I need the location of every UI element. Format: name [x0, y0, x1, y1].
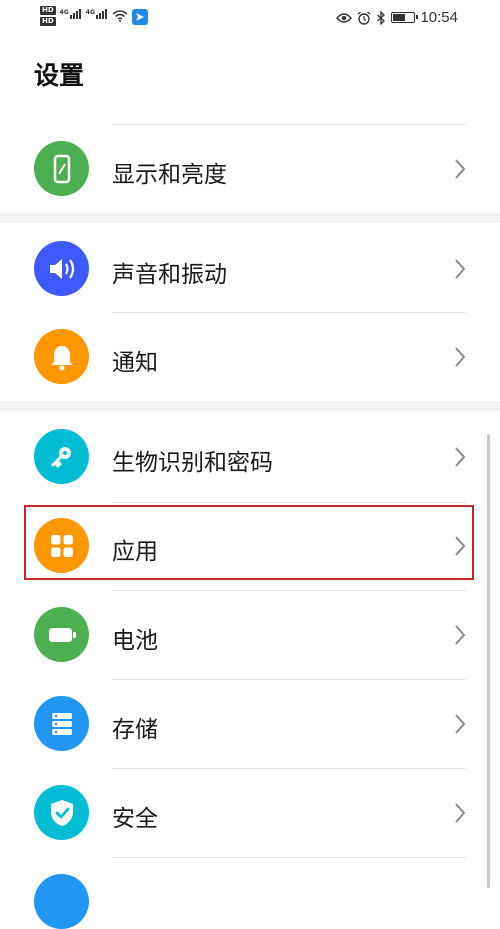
chevron-right-icon	[455, 447, 466, 467]
settings-item-label: 应用	[112, 539, 158, 565]
settings-item-apps[interactable]: 应用	[0, 502, 500, 590]
bluetooth-icon	[377, 10, 386, 25]
status-time: 10:54	[420, 9, 458, 26]
battery-icon	[391, 12, 419, 23]
display-icon	[34, 141, 89, 196]
bell-icon	[34, 329, 89, 384]
settings-item-label: 安全	[112, 806, 158, 832]
partial-settings-item-icon	[34, 874, 89, 929]
settings-item-label: 生物识别和密码	[112, 450, 273, 476]
chevron-right-icon	[455, 347, 466, 367]
chevron-right-icon	[455, 625, 466, 645]
key-icon	[34, 429, 89, 484]
settings-item-battery[interactable]: 电池	[0, 591, 500, 679]
chevron-right-icon	[455, 536, 466, 556]
settings-item-display[interactable]: 显示和亮度	[0, 125, 500, 213]
settings-item-notifications[interactable]: 通知	[0, 313, 500, 401]
chevron-right-icon	[455, 803, 466, 823]
section-separator	[0, 213, 500, 223]
settings-item-sound[interactable]: 声音和振动	[0, 225, 500, 313]
status-left: HD HD 4G 4G	[40, 6, 148, 26]
network-type-label: 4G	[59, 9, 69, 16]
hd-badge: HD	[40, 17, 56, 26]
scrollbar[interactable]	[487, 434, 490, 888]
shield-icon	[34, 785, 89, 840]
chevron-right-icon	[455, 714, 466, 734]
storage-icon	[34, 696, 89, 751]
settings-item-biometrics[interactable]: 生物识别和密码	[0, 413, 500, 501]
network-type-label: 4G	[85, 9, 95, 16]
status-right: 10:54	[336, 9, 458, 26]
volume-icon	[34, 241, 89, 296]
settings-item-storage[interactable]: 存储	[0, 680, 500, 768]
settings-item-label: 电池	[112, 628, 158, 654]
divider	[112, 857, 466, 858]
wifi-icon	[112, 10, 128, 22]
settings-item-security[interactable]: 安全	[0, 769, 500, 857]
status-bar: HD HD 4G 4G 10:54	[0, 0, 500, 40]
alarm-icon	[358, 10, 371, 25]
signal-icon: 4G	[86, 9, 108, 19]
battery-icon	[34, 607, 89, 662]
settings-item-label: 显示和亮度	[112, 162, 227, 188]
apps-grid-icon	[34, 518, 89, 573]
chevron-right-icon	[455, 159, 466, 179]
chevron-right-icon	[455, 259, 466, 279]
settings-item-label: 通知	[112, 350, 158, 376]
eye-comfort-icon	[336, 12, 353, 23]
settings-item-label: 存储	[112, 717, 158, 743]
page-title: 设置	[34, 61, 85, 90]
signal-icon: 4G	[60, 9, 82, 19]
hd-badge: HD	[40, 6, 56, 15]
section-separator	[0, 401, 500, 411]
hd-badges: HD HD	[40, 6, 56, 26]
app-notification-icon	[131, 9, 148, 25]
settings-item-label: 声音和振动	[112, 262, 227, 288]
